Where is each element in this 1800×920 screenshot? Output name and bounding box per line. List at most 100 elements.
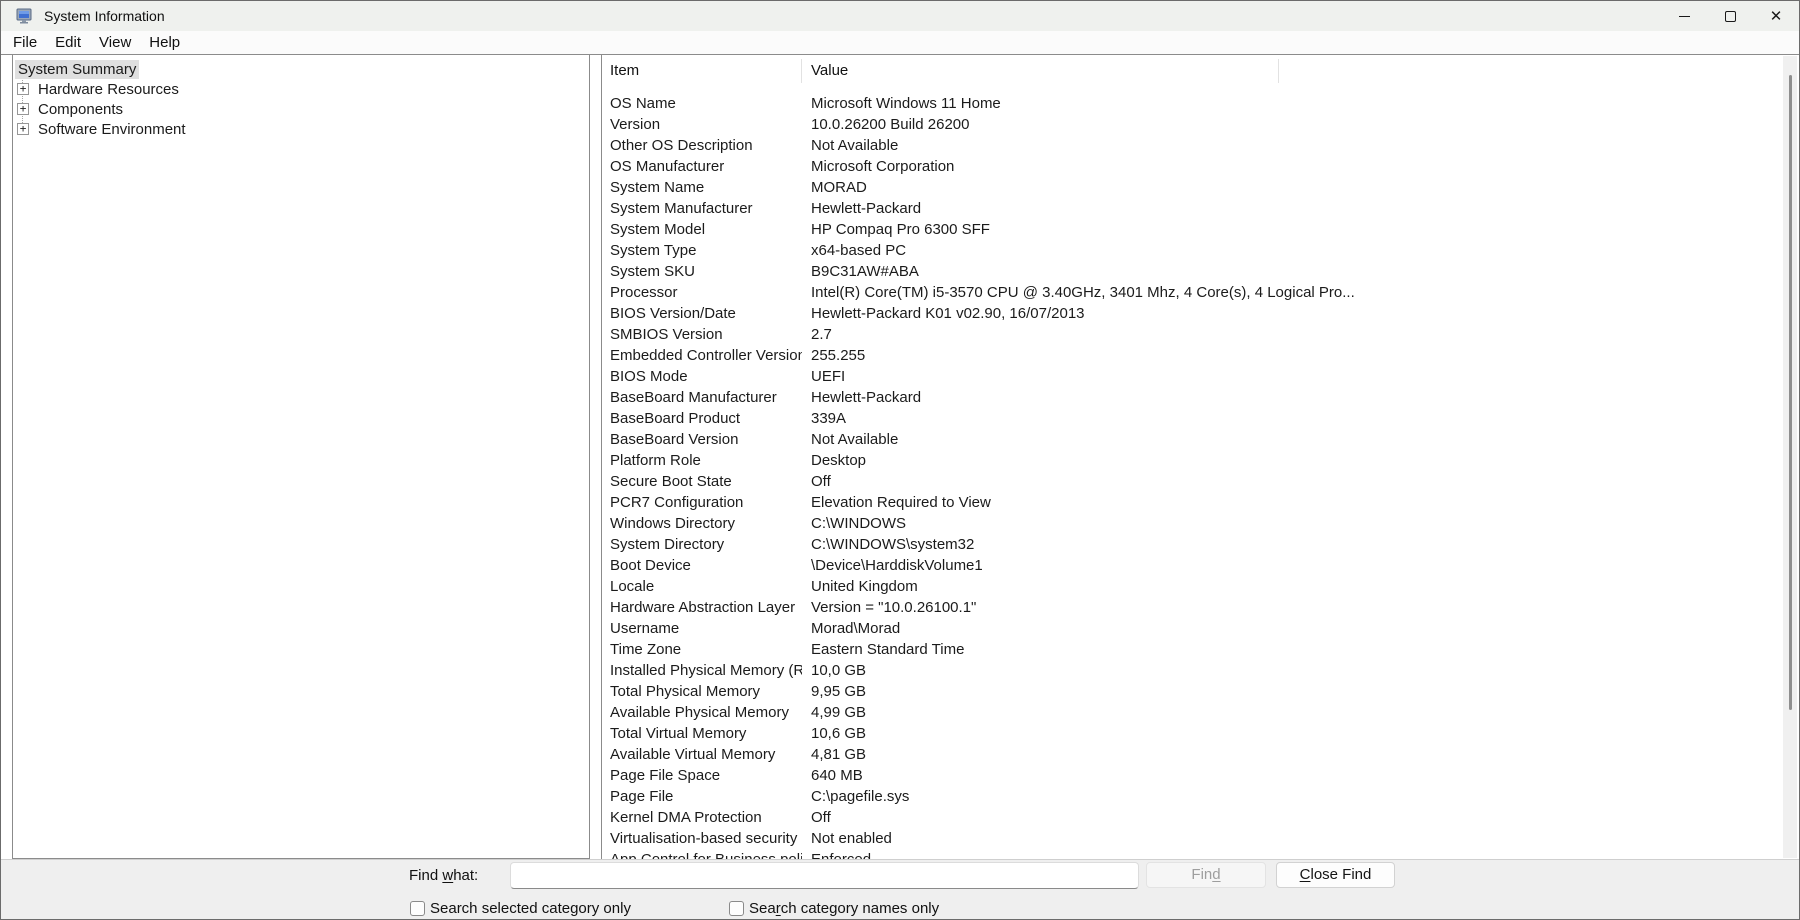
table-row[interactable]: Secure Boot State Off — [602, 471, 1799, 492]
table-row[interactable]: Total Virtual Memory 10,6 GB — [602, 723, 1799, 744]
table-row[interactable]: Installed Physical Memory (RAM) 10,0 GB — [602, 660, 1799, 681]
table-row[interactable]: Available Physical Memory 4,99 GB — [602, 702, 1799, 723]
table-row[interactable]: PCR7 Configuration Elevation Required to… — [602, 492, 1799, 513]
table-row[interactable]: OS Name Microsoft Windows 11 Home — [602, 93, 1799, 114]
expand-plus-icon[interactable]: + — [17, 123, 29, 135]
value-cell: Morad\Morad — [811, 620, 901, 637]
table-row[interactable]: Windows Directory C:\WINDOWS — [602, 513, 1799, 534]
table-row[interactable]: BIOS Mode UEFI — [602, 366, 1799, 387]
table-row[interactable]: Version 10.0.26200 Build 26200 — [602, 114, 1799, 135]
column-header-value[interactable]: Value — [802, 55, 848, 86]
table-row[interactable]: System Model HP Compaq Pro 6300 SFF — [602, 219, 1799, 240]
table-row[interactable]: BaseBoard Manufacturer Hewlett-Packard — [602, 387, 1799, 408]
tree-item-software-environment[interactable]: + Software Environment — [13, 119, 589, 139]
column-separator[interactable] — [1278, 59, 1279, 83]
item-cell: Windows Directory — [610, 515, 736, 532]
table-row[interactable]: Other OS Description Not Available — [602, 135, 1799, 156]
checkbox-icon[interactable] — [410, 901, 425, 916]
value-cell: 10,0 GB — [811, 662, 867, 679]
tree-item-label: Software Environment — [38, 120, 186, 138]
table-row[interactable]: Locale United Kingdom — [602, 576, 1799, 597]
table-row[interactable]: Username Morad\Morad — [602, 618, 1799, 639]
item-cell: Installed Physical Memory (RAM) — [610, 662, 802, 679]
tree-item-hardware-resources[interactable]: + Hardware Resources — [13, 79, 589, 99]
tree-item-components[interactable]: + Components — [13, 99, 589, 119]
item-cell: System SKU — [610, 263, 696, 280]
menu-edit[interactable]: Edit — [46, 34, 90, 51]
maximize-icon — [1724, 10, 1736, 22]
item-cell: Embedded Controller Version — [610, 347, 802, 364]
item-cell: BIOS Version/Date — [610, 305, 736, 322]
item-cell: Username — [610, 620, 680, 637]
value-cell: Hewlett-Packard K01 v02.90, 16/07/2013 — [811, 305, 1085, 322]
column-header-item[interactable]: Item — [602, 55, 802, 86]
tree-item-system-summary[interactable]: System Summary — [13, 59, 589, 79]
scrollbar-thumb[interactable] — [1789, 75, 1792, 710]
item-cell: Time Zone — [610, 641, 682, 658]
value-cell: 2.7 — [811, 326, 832, 343]
value-cell: C:\WINDOWS\system32 — [811, 536, 975, 553]
table-row[interactable]: Kernel DMA Protection Off — [602, 807, 1799, 828]
table-row[interactable]: Hardware Abstraction Layer Version = "10… — [602, 597, 1799, 618]
table-row[interactable]: OS Manufacturer Microsoft Corporation — [602, 156, 1799, 177]
table-row[interactable]: Available Virtual Memory 4,81 GB — [602, 744, 1799, 765]
table-row[interactable]: System Name MORAD — [602, 177, 1799, 198]
value-cell: Microsoft Windows 11 Home — [811, 95, 1001, 112]
titlebar: System Information ✕ — [1, 1, 1799, 31]
table-row[interactable]: SMBIOS Version 2.7 — [602, 324, 1799, 345]
item-cell: OS Name — [610, 95, 676, 112]
menu-view[interactable]: View — [90, 34, 140, 51]
expand-plus-icon[interactable]: + — [17, 83, 29, 95]
item-cell: System Manufacturer — [610, 200, 753, 217]
value-cell: HP Compaq Pro 6300 SFF — [811, 221, 990, 238]
table-row[interactable]: System SKU B9C31AW#ABA — [602, 261, 1799, 282]
item-cell: System Directory — [610, 536, 725, 553]
table-row[interactable]: Boot Device \Device\HarddiskVolume1 — [602, 555, 1799, 576]
find-input[interactable] — [510, 862, 1139, 889]
value-cell: \Device\HarddiskVolume1 — [811, 557, 983, 574]
value-cell: 4,99 GB — [811, 704, 867, 721]
menu-help[interactable]: Help — [140, 34, 189, 51]
checkbox-icon[interactable] — [729, 901, 744, 916]
minimize-icon — [1678, 15, 1690, 17]
table-row[interactable]: Embedded Controller Version 255.255 — [602, 345, 1799, 366]
value-cell: Eastern Standard Time — [811, 641, 965, 658]
value-cell: MORAD — [811, 179, 867, 196]
search-category-names-checkbox[interactable]: Search category names only — [729, 900, 939, 917]
find-button[interactable]: Find — [1146, 862, 1266, 888]
table-row[interactable]: System Type x64-based PC — [602, 240, 1799, 261]
close-icon: ✕ — [1769, 7, 1783, 25]
table-row[interactable]: BaseBoard Version Not Available — [602, 429, 1799, 450]
value-cell: 10,6 GB — [811, 725, 867, 742]
column-separator[interactable] — [801, 59, 802, 83]
table-row[interactable]: Page File Space 640 MB — [602, 765, 1799, 786]
value-cell: United Kingdom — [811, 578, 918, 595]
table-row[interactable]: Page File C:\pagefile.sys — [602, 786, 1799, 807]
table-row[interactable]: Processor Intel(R) Core(TM) i5-3570 CPU … — [602, 282, 1799, 303]
checkbox-label: Search category names only — [749, 900, 940, 917]
menu-file[interactable]: File — [4, 34, 46, 51]
minimize-button[interactable] — [1661, 1, 1707, 31]
item-cell: Available Virtual Memory — [610, 746, 776, 763]
value-cell: Not Available — [811, 137, 899, 154]
item-cell: Virtualisation-based security — [610, 830, 798, 847]
search-selected-category-checkbox[interactable]: Search selected category only — [410, 900, 631, 917]
value-cell: Not enabled — [811, 830, 892, 847]
value-cell: Microsoft Corporation — [811, 158, 955, 175]
table-row[interactable]: Virtualisation-based security Not enable… — [602, 828, 1799, 849]
close-button[interactable]: ✕ — [1753, 1, 1799, 31]
item-cell: BIOS Mode — [610, 368, 688, 385]
table-row[interactable]: Total Physical Memory 9,95 GB — [602, 681, 1799, 702]
maximize-button[interactable] — [1707, 1, 1753, 31]
table-row[interactable]: Platform Role Desktop — [602, 450, 1799, 471]
table-row[interactable]: BIOS Version/Date Hewlett-Packard K01 v0… — [602, 303, 1799, 324]
vertical-scrollbar[interactable] — [1783, 56, 1797, 858]
table-row[interactable]: System Manufacturer Hewlett-Packard — [602, 198, 1799, 219]
table-row[interactable]: Time Zone Eastern Standard Time — [602, 639, 1799, 660]
close-find-button[interactable]: Close Find — [1276, 862, 1395, 888]
table-row[interactable]: System Directory C:\WINDOWS\system32 — [602, 534, 1799, 555]
table-row[interactable]: BaseBoard Product 339A — [602, 408, 1799, 429]
item-cell: Other OS Description — [610, 137, 753, 154]
item-cell: System Name — [610, 179, 705, 196]
expand-plus-icon[interactable]: + — [17, 103, 29, 115]
